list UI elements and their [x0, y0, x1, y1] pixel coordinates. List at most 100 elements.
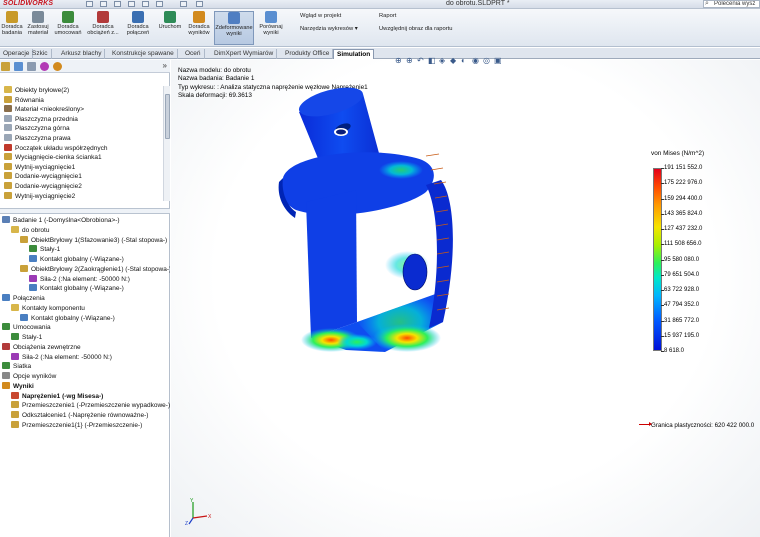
legend-tick-label: 127 437 232.0: [660, 226, 703, 232]
command-search-input[interactable]: ⌕ Polecenia wysz: [703, 0, 760, 8]
force-icon: [29, 274, 37, 282]
feature-tree-item[interactable]: Dodanie-wyciągnięcie2: [4, 182, 82, 191]
feature-tree-item[interactable]: Płaszczyzna prawa: [4, 134, 71, 143]
panel-splitter[interactable]: [0, 208, 170, 214]
ribbon-button-label: wyniki: [263, 30, 279, 36]
feature-tree-item[interactable]: Wytnij-wyciągnięcie2: [4, 191, 75, 201]
extrude-icon: [4, 153, 12, 161]
study-tree-item-label: Przemieszczenie1{1} (-Przemieszczenie-): [22, 421, 143, 429]
feature-tree-item[interactable]: Materiał <nieokreślony>: [4, 105, 84, 114]
feature-tree-scrollbar[interactable]: [163, 86, 170, 201]
ribbon-button-3[interactable]: Doradca obciążeń z...: [86, 11, 120, 45]
legend-tick-label: 15 937 195.0: [660, 332, 700, 339]
rebuild-icon[interactable]: [180, 1, 187, 7]
select-icon[interactable]: [156, 1, 163, 7]
feature-tree-item[interactable]: Równania: [4, 95, 44, 105]
study-tree-item[interactable]: Stały-1: [11, 333, 42, 342]
legend-tick-label: 175 222 976.0: [660, 180, 703, 187]
study-tree-item[interactable]: Wyniki: [2, 381, 34, 391]
dimxpert-tab-icon[interactable]: [40, 62, 49, 71]
tab-3[interactable]: Konstrukcje spawane: [109, 49, 178, 59]
study-tree-item[interactable]: Kontakt globalny (-Wiązane-): [20, 313, 115, 323]
graphics-viewport[interactable]: Nazwa modelu: do obrotu Nazwa badania: B…: [171, 56, 760, 537]
ribbon-button-0[interactable]: Doradca badania: [0, 11, 24, 45]
color-legend[interactable]: von Mises (N/m^2) 191 151 552.0 175 222 9…: [639, 148, 754, 429]
study-tree-item[interactable]: ObiektBryłowy 2(Zaokrąglenie1) (-Stal st…: [20, 264, 170, 274]
design-insight-button[interactable]: Wgląd w projekt: [290, 12, 341, 19]
feature-tree-item[interactable]: Dodanie-wyciągnięcie1: [4, 172, 82, 181]
ribbon-button-7[interactable]: Zdeformowane wyniki: [214, 11, 254, 45]
ribbon-button-5[interactable]: Uruchom: [156, 11, 184, 45]
feature-tree: Obiekty bryłowe(2) Równania Materiał <nieo…: [0, 86, 163, 201]
feature-tree-item[interactable]: Wyciągnięcie-cienka ścianka1: [4, 153, 102, 162]
undo-icon[interactable]: [142, 1, 149, 7]
plot-tools-button[interactable]: Narzędzia wykresów ▾: [290, 25, 358, 32]
study-tree-item[interactable]: Naprężenie1 (-wg Misesa-): [11, 391, 103, 401]
coordinate-triad: Y X Z: [185, 498, 212, 526]
study-tree-item[interactable]: Badanie 1 (-Domyślna<Obrobiona>-): [2, 216, 120, 225]
feature-tree-item[interactable]: Początek układu współrzędnych: [4, 143, 108, 153]
ribbon-button-icon: [132, 11, 144, 23]
plane-icon: [4, 134, 12, 141]
feature-manager-tab-icon[interactable]: [1, 62, 10, 71]
include-image-button[interactable]: Uwzględnij obraz dla raportu: [369, 25, 452, 32]
study-tree-item[interactable]: Kontakt globalny (-Wiązane-): [29, 284, 124, 293]
document-title: do obrotu.SLDPRT *: [446, 0, 510, 7]
mesh-icon: [2, 362, 10, 370]
open-file-icon[interactable]: [100, 1, 107, 7]
flange-plate: [278, 152, 434, 218]
panel-toolbar: »: [0, 60, 170, 73]
study-tree-item[interactable]: Przemieszczenie1{1} (-Przemieszczenie-): [11, 420, 143, 430]
ribbon-button-icon: [164, 11, 176, 23]
study-tree-item[interactable]: do obrotu: [11, 225, 49, 235]
feature-tree-item[interactable]: Obiekty bryłowe(2): [4, 86, 69, 95]
study-tree-item[interactable]: Kontakt globalny (-Wiązane-): [29, 255, 124, 264]
new-file-icon[interactable]: [86, 1, 93, 7]
ribbon-button-icon: [265, 11, 277, 23]
solid-body-icon: [20, 264, 28, 272]
tab-1[interactable]: Szkic: [29, 49, 52, 59]
scrollbar-thumb[interactable]: [165, 94, 170, 139]
tab-2[interactable]: Arkusz blachy: [58, 49, 106, 59]
study-tree-item[interactable]: Umocowania: [2, 323, 51, 332]
feature-tree-item-label: Obiekty bryłowe(2): [15, 87, 70, 94]
tab-6[interactable]: Produkty Office: [282, 49, 334, 59]
ribbon-button-8[interactable]: Porównaj wyniki: [255, 11, 287, 45]
display-manager-tab-icon[interactable]: [53, 62, 62, 71]
ribbon-button-1[interactable]: Zastosuj materiał: [26, 11, 50, 45]
part-icon: [11, 225, 19, 233]
feature-tree-item[interactable]: Płaszczyzna górna: [4, 124, 70, 133]
study-tree-item[interactable]: Siła-2 (:Na element: -50000 N:): [11, 352, 112, 362]
print-icon[interactable]: [128, 1, 135, 7]
ribbon-button-4[interactable]: Doradca połączeń: [122, 11, 154, 45]
feature-tree-item[interactable]: Wytnij-wyciągnięcie1: [4, 162, 75, 172]
feature-tree-item-label: Płaszczyzna górna: [15, 125, 70, 133]
study-tree-item[interactable]: Opcje wyników: [2, 372, 56, 381]
ribbon-button-icon: [97, 11, 109, 23]
study-tree-item[interactable]: Połączenia: [2, 294, 45, 303]
study-tree-item[interactable]: Stały-1: [29, 245, 60, 254]
save-icon[interactable]: [114, 1, 121, 7]
expand-panel-icon[interactable]: »: [163, 61, 167, 70]
origin-icon: [4, 143, 12, 151]
configuration-manager-tab-icon[interactable]: [27, 62, 36, 71]
tab-7[interactable]: Simulation: [333, 49, 375, 59]
options-icon[interactable]: [196, 1, 203, 7]
feature-tree-item-label: Dodanie-wyciągnięcie1: [15, 173, 82, 181]
study-tree-item[interactable]: Przemieszczenie1 (-Przemieszczenie wypad…: [11, 401, 170, 410]
feature-tree-item[interactable]: Płaszczyzna przednia: [4, 114, 78, 124]
material-icon: [4, 105, 12, 113]
study-tree-item[interactable]: Kontakty komponentu: [11, 303, 85, 313]
ribbon-button-6[interactable]: Doradca wyników: [186, 11, 212, 45]
ribbon-button-2[interactable]: Doradca umocowań: [52, 11, 84, 45]
tab-5[interactable]: DimXpert Wymiarów: [211, 49, 278, 59]
study-tree-item[interactable]: Siatka: [2, 362, 31, 371]
property-manager-tab-icon[interactable]: [14, 62, 23, 71]
study-tree-item[interactable]: Odkształcenie1 (-Naprężenie równoważne-): [11, 411, 148, 420]
report-button[interactable]: Raport: [369, 12, 396, 19]
tab-4[interactable]: Oceń: [182, 49, 205, 59]
study-tree-item[interactable]: Siła-2 (:Na element: -50000 N:): [29, 274, 130, 284]
feature-tree-item-label: Dodanie-wyciągnięcie2: [15, 183, 82, 190]
study-tree-item[interactable]: Obciążenia zewnętrzne: [2, 342, 81, 352]
study-tree-item[interactable]: ObiektBryłowy 1(Sfazowanie3) (-Stal stop…: [20, 235, 167, 245]
